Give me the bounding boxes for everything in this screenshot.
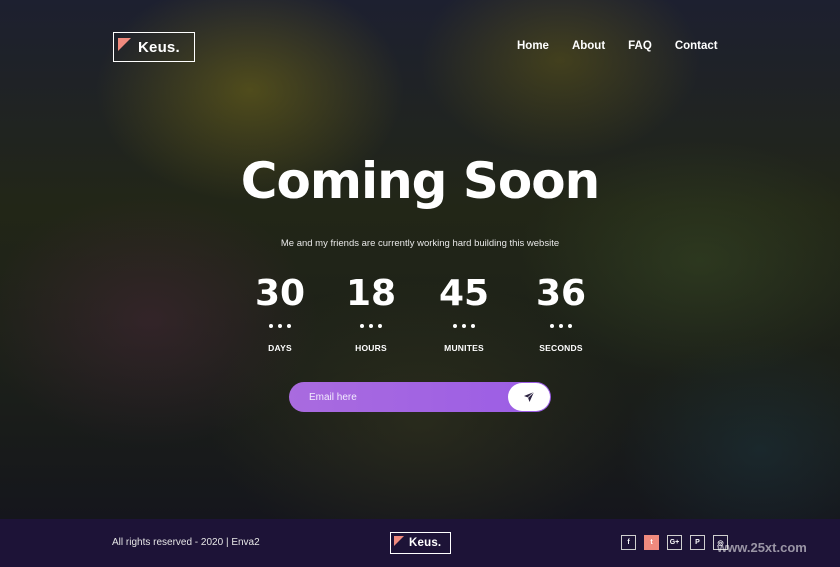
paper-plane-icon (524, 391, 535, 402)
minutes-label: MUNITES (444, 343, 484, 353)
seconds-value: 36 (535, 273, 587, 314)
countdown-days: 30 DAYS (230, 272, 330, 353)
countdown-seconds: 36 SECONDS (511, 272, 611, 353)
minutes-dots (414, 324, 514, 328)
google-plus-icon[interactable]: G+ (667, 535, 682, 550)
pinterest-icon[interactable]: P (690, 535, 705, 550)
watermark: www.25xt.com (717, 540, 807, 555)
nav-about[interactable]: About (572, 40, 605, 52)
social-links: f t G+ P ◎ (621, 535, 728, 550)
page-title: Coming Soon (240, 152, 600, 210)
copyright-text: All rights reserved - 2020 | Enva2 (112, 537, 260, 548)
logo-mark-icon (118, 37, 131, 51)
hours-label: HOURS (355, 343, 387, 353)
hours-value: 18 (345, 273, 397, 314)
page-subtitle: Me and my friends are currently working … (280, 238, 560, 249)
footer-logo-text: Keus. (409, 537, 442, 549)
hours-dots (321, 324, 421, 328)
twitter-icon[interactable]: t (644, 535, 659, 550)
nav-contact[interactable]: Contact (675, 40, 718, 52)
days-dots (230, 324, 330, 328)
subscribe-form (289, 382, 551, 412)
main-nav: Home About FAQ Contact (517, 40, 718, 52)
seconds-dots (511, 324, 611, 328)
send-button[interactable] (508, 383, 550, 411)
footer-logo[interactable]: Keus. (390, 532, 451, 554)
footer: All rights reserved - 2020 | Enva2 Keus.… (0, 519, 840, 567)
countdown-hours: 18 HOURS (321, 272, 421, 353)
countdown-minutes: 45 MUNITES (414, 272, 514, 353)
facebook-icon[interactable]: f (621, 535, 636, 550)
nav-home[interactable]: Home (517, 40, 549, 52)
days-label: DAYS (268, 343, 292, 353)
email-input[interactable] (307, 390, 501, 404)
footer-logo-mark-icon (394, 536, 404, 546)
seconds-label: SECONDS (539, 343, 583, 353)
logo-text: Keus. (138, 38, 180, 56)
hero-background: Keus. Home About FAQ Contact Coming Soon… (0, 0, 840, 519)
minutes-value: 45 (438, 273, 490, 314)
nav-faq[interactable]: FAQ (628, 40, 652, 52)
logo[interactable]: Keus. (113, 32, 195, 62)
days-value: 30 (254, 273, 306, 314)
